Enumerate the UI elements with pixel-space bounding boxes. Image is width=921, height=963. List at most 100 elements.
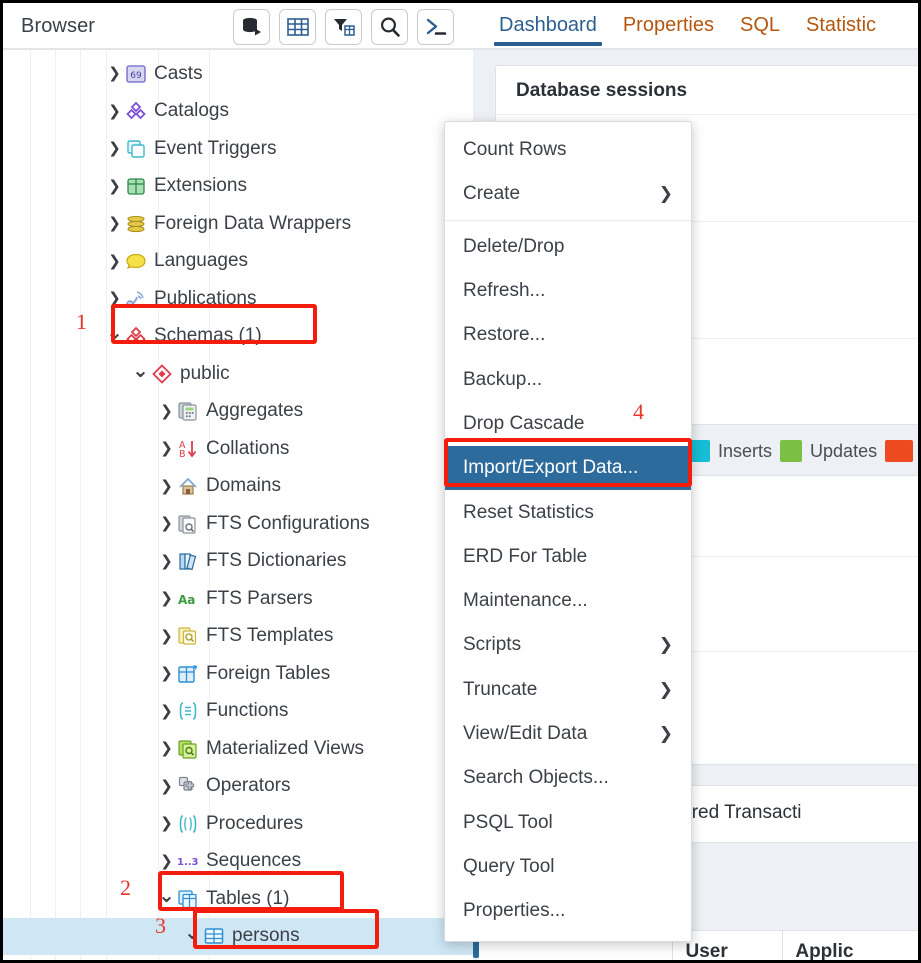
table-context-menu[interactable]: Count RowsCreate❯Delete/DropRefresh...Re… [444, 121, 692, 942]
tree-item-tables-1[interactable]: ⌄Tables (1) [3, 880, 473, 918]
menu-item-scripts[interactable]: Scripts❯ [445, 623, 691, 667]
chevron-right-icon[interactable]: ❯ [106, 291, 123, 306]
tree-item-collations[interactable]: ❯ABCollations [3, 430, 473, 468]
menu-item-search-objects[interactable]: Search Objects... [445, 756, 691, 800]
tree-item-fts-templates[interactable]: ❯FTS Templates [3, 618, 473, 656]
tab-statistic[interactable]: Statistic [793, 3, 889, 50]
chevron-right-icon[interactable]: ❯ [158, 554, 175, 569]
menu-item-label: PSQL Tool [463, 812, 553, 834]
chevron-right-icon: ❯ [659, 184, 673, 204]
tree-item-event-triggers[interactable]: ❯Event Triggers [3, 130, 473, 168]
chevron-right-icon[interactable]: ❯ [106, 104, 123, 119]
menu-item-create[interactable]: Create❯ [445, 172, 691, 216]
chevron-right-icon[interactable]: ❯ [106, 216, 123, 231]
legend-swatch-deletes [885, 440, 913, 462]
catalogs-icon [123, 100, 149, 122]
menu-item-query-tool[interactable]: Query Tool [445, 845, 691, 889]
menu-item-label: Scripts [463, 634, 521, 656]
tree-item-operators[interactable]: ❯ Operators [3, 768, 473, 806]
tree-item-materialized-views[interactable]: ❯ Materialized Views [3, 730, 473, 768]
chevron-right-icon[interactable]: ❯ [158, 629, 175, 644]
browser-toolbar [233, 9, 454, 45]
menu-item-drop-cascade[interactable]: Drop Cascade [445, 402, 691, 446]
tree-item-extensions[interactable]: ❯Extensions [3, 168, 473, 206]
foreign-tables-icon [175, 663, 201, 685]
menu-item-reset-statistics[interactable]: Reset Statistics [445, 490, 691, 534]
filter-data-icon[interactable] [325, 9, 362, 45]
chevron-right-icon[interactable]: ❯ [106, 179, 123, 194]
chevron-right-icon[interactable]: ❯ [158, 591, 175, 606]
psql-icon[interactable] [417, 9, 454, 45]
chevron-right-icon[interactable]: ❯ [106, 141, 123, 156]
tree-item-fts-dictionaries[interactable]: ❯FTS Dictionaries [3, 543, 473, 581]
menu-item-delete-drop[interactable]: Delete/Drop [445, 225, 691, 269]
aggregates-icon [175, 400, 201, 422]
menu-item-view-edit-data[interactable]: View/Edit Data❯ [445, 712, 691, 756]
menu-item-psql-tool[interactable]: PSQL Tool [445, 800, 691, 844]
view-data-icon[interactable] [279, 9, 316, 45]
operators-icon [175, 775, 201, 797]
chevron-down-icon[interactable]: ⌄ [184, 922, 201, 942]
tree-item-foreign-data-wrappers[interactable]: ❯Foreign Data Wrappers [3, 205, 473, 243]
svg-text:Aa: Aa [178, 593, 195, 607]
chevron-right-icon[interactable]: ❯ [106, 66, 123, 81]
menu-item-label: Drop Cascade [463, 413, 584, 435]
col-application[interactable]: Applic [783, 931, 918, 961]
chevron-right-icon[interactable]: ❯ [158, 441, 175, 456]
tree-item-languages[interactable]: ❯Languages [3, 243, 473, 281]
tree-item-publications[interactable]: ❯Publications [3, 280, 473, 318]
tree-item-functions[interactable]: ❯Functions [3, 693, 473, 731]
tree-item-fts-parsers[interactable]: ❯AaFTS Parsers [3, 580, 473, 618]
tree-item-sequences[interactable]: ❯1..3Sequences [3, 843, 473, 881]
browser-header: Browser [3, 3, 918, 50]
tree-item-label: Operators [206, 775, 290, 797]
chevron-right-icon[interactable]: ❯ [158, 854, 175, 869]
tree-item-domains[interactable]: ❯Domains [3, 468, 473, 506]
chevron-right-icon[interactable]: ❯ [158, 479, 175, 494]
tree-item-persons[interactable]: ⌄persons [3, 918, 473, 956]
chevron-right-icon[interactable]: ❯ [158, 779, 175, 794]
menu-item-properties[interactable]: Properties... [445, 889, 691, 933]
menu-item-maintenance[interactable]: Maintenance... [445, 579, 691, 623]
chevron-right-icon[interactable]: ❯ [106, 254, 123, 269]
menu-item-import-export-data[interactable]: Import/Export Data... [445, 446, 691, 490]
tree-item-casts[interactable]: ❯69Casts [3, 55, 473, 93]
tree-item-schemas-1[interactable]: ⌄Schemas (1) [3, 318, 473, 356]
header-divider [3, 48, 473, 50]
menu-item-erd-for-table[interactable]: ERD For Table [445, 535, 691, 579]
chevron-down-icon[interactable]: ⌄ [106, 322, 123, 342]
menu-item-label: Properties... [463, 900, 565, 922]
tree-item-foreign-tables[interactable]: ❯Foreign Tables [3, 655, 473, 693]
menu-item-count-rows[interactable]: Count Rows [445, 128, 691, 172]
tree-item-columns[interactable]: ❯Columns [3, 955, 473, 960]
event-triggers-icon [123, 138, 149, 160]
tab-sql[interactable]: SQL [727, 3, 793, 50]
menu-item-refresh[interactable]: Refresh... [445, 269, 691, 313]
chevron-right-icon[interactable]: ❯ [158, 516, 175, 531]
tree-item-procedures[interactable]: ❯Procedures [3, 805, 473, 843]
menu-item-backup[interactable]: Backup... [445, 357, 691, 401]
browser-tree-panel[interactable]: ❯69Casts❯Catalogs❯Event Triggers❯Extensi… [3, 50, 473, 960]
tab-dashboard[interactable]: Dashboard [486, 3, 610, 50]
search-icon[interactable] [371, 9, 408, 45]
chevron-right-icon[interactable]: ❯ [158, 816, 175, 831]
chevron-down-icon[interactable]: ⌄ [158, 885, 175, 905]
table-icon [201, 925, 227, 947]
query-tool-icon[interactable] [233, 9, 270, 45]
tree-item-aggregates[interactable]: ❯Aggregates [3, 393, 473, 431]
chevron-right-icon[interactable]: ❯ [158, 741, 175, 756]
fts-templates-icon [175, 625, 201, 647]
chevron-right-icon[interactable]: ❯ [158, 666, 175, 681]
chevron-down-icon[interactable]: ⌄ [132, 360, 149, 380]
tree-item-label: Materialized Views [206, 738, 364, 760]
menu-item-label: Import/Export Data... [463, 457, 638, 479]
tree-item-public[interactable]: ⌄public [3, 355, 473, 393]
tree-item-catalogs[interactable]: ❯Catalogs [3, 93, 473, 131]
menu-item-truncate[interactable]: Truncate❯ [445, 668, 691, 712]
menu-item-restore[interactable]: Restore... [445, 313, 691, 357]
annotation-number-4: 4 [633, 399, 644, 425]
chevron-right-icon[interactable]: ❯ [158, 704, 175, 719]
tree-item-fts-configurations[interactable]: ❯FTS Configurations [3, 505, 473, 543]
chevron-right-icon[interactable]: ❯ [158, 404, 175, 419]
tab-properties[interactable]: Properties [610, 3, 727, 50]
